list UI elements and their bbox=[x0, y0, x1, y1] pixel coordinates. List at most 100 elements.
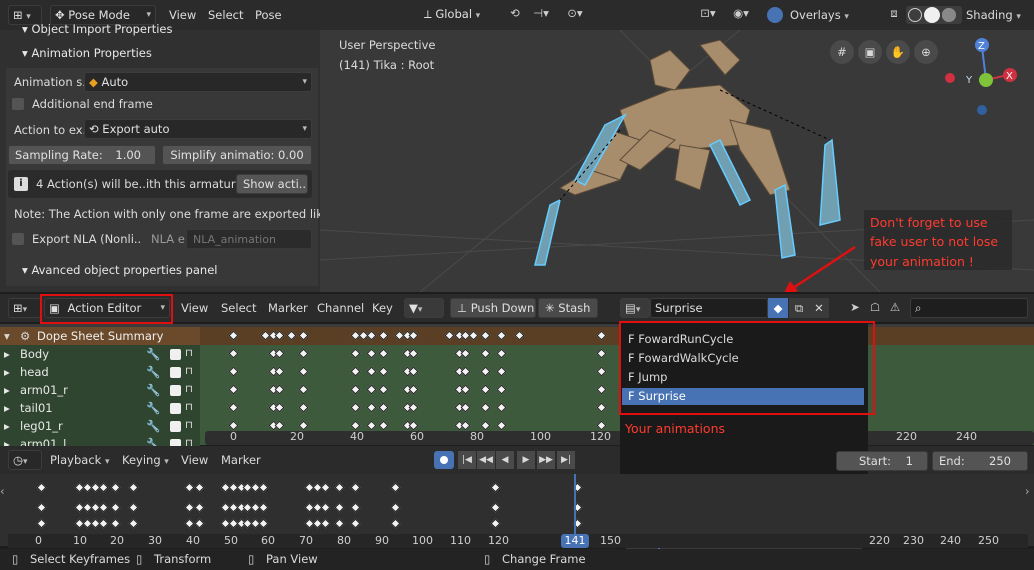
jump-next-key-icon[interactable]: ▶▶ bbox=[537, 451, 555, 469]
channel-row[interactable]: ▸ head 🔧 ⊓ bbox=[0, 363, 200, 381]
overlays-toggle-icon[interactable] bbox=[767, 7, 783, 23]
channel-name: head bbox=[20, 365, 49, 379]
nla-label: NLA e bbox=[151, 232, 185, 246]
mute-checkbox-icon[interactable] bbox=[170, 367, 181, 378]
mute-checkbox-icon[interactable] bbox=[170, 385, 181, 396]
channel-expand-icon[interactable]: ▸ bbox=[4, 363, 10, 381]
channel-search-input[interactable]: ⌕ bbox=[910, 298, 1028, 318]
lock-icon[interactable]: ⊓ bbox=[185, 417, 193, 435]
mute-checkbox-icon[interactable] bbox=[170, 349, 181, 360]
action-name-field[interactable]: Surprise bbox=[650, 298, 768, 318]
section-animation-properties[interactable]: ▾ Animation Properties bbox=[22, 46, 152, 60]
solid-shading-icon[interactable] bbox=[924, 7, 940, 23]
action-export-dropdown[interactable]: ⟲ Export auto ▾ bbox=[84, 119, 312, 139]
export-nla-checkbox[interactable] bbox=[12, 233, 24, 245]
rendered-shading-icon[interactable] bbox=[942, 8, 956, 22]
interpolation-dropdown[interactable]: ▼▾ bbox=[404, 298, 444, 318]
channel-expand-icon[interactable]: ▸ bbox=[4, 399, 10, 417]
sampling-rate-field[interactable]: Sampling Rate: 1.00 bbox=[8, 145, 156, 165]
channel-row[interactable]: ▸ leg01_r 🔧 ⊓ bbox=[0, 417, 200, 435]
dopesheet-tick-label: 100 bbox=[530, 430, 551, 443]
push-down-button[interactable]: ⊥ Push Down bbox=[450, 298, 536, 318]
pivot-icon[interactable]: ⟲ bbox=[505, 6, 525, 20]
object-visibility-icon[interactable]: ⊡▾ bbox=[695, 6, 721, 20]
wrench-icon[interactable]: 🔧 bbox=[146, 345, 160, 363]
lock-icon[interactable]: ⊓ bbox=[185, 381, 193, 399]
wrench-icon[interactable]: 🔧 bbox=[146, 381, 160, 399]
channel-row[interactable]: ▸ Body 🔧 ⊓ bbox=[0, 345, 200, 363]
menu-pose[interactable]: Pose bbox=[255, 5, 282, 25]
ae-menu-marker[interactable]: Marker bbox=[268, 298, 308, 318]
tl-menu-view[interactable]: View bbox=[181, 450, 208, 470]
proportional-edit-icon[interactable]: ⊙▾ bbox=[562, 6, 588, 20]
mute-checkbox-icon[interactable] bbox=[170, 421, 181, 432]
lock-icon[interactable]: ⊓ bbox=[185, 345, 193, 363]
zoom-icon[interactable]: ⊕ bbox=[914, 40, 938, 64]
animation-dropdown[interactable]: ◆ Auto ▾ bbox=[84, 72, 312, 92]
play-icon[interactable]: ▶ bbox=[517, 451, 535, 469]
dopesheet-tick-label: 220 bbox=[896, 430, 917, 443]
menu-select[interactable]: Select bbox=[208, 5, 243, 25]
section-advanced[interactable]: ▾ Avanced object properties panel bbox=[22, 263, 217, 277]
jump-end-icon[interactable]: ▶| bbox=[557, 451, 575, 469]
ae-menu-channel[interactable]: Channel bbox=[317, 298, 364, 318]
menu-view[interactable]: View bbox=[169, 5, 196, 25]
nla-name-input[interactable] bbox=[186, 229, 312, 249]
ortho-grid-icon[interactable]: # bbox=[830, 40, 854, 64]
animation-label: Animation s.. bbox=[14, 75, 90, 89]
channel-row[interactable]: ▸ tail01 🔧 ⊓ bbox=[0, 399, 200, 417]
tl-menu-playback[interactable]: Playback ▾ bbox=[50, 450, 110, 470]
xray-icon[interactable]: ⧈ bbox=[885, 6, 903, 21]
channel-expand-icon[interactable]: ▸ bbox=[4, 417, 10, 435]
tl-menu-keying[interactable]: Keying ▾ bbox=[122, 450, 169, 470]
jump-start-icon[interactable]: |◀ bbox=[458, 451, 476, 469]
ae-menu-view[interactable]: View bbox=[181, 298, 208, 318]
stash-button[interactable]: ✳ Stash bbox=[538, 298, 598, 318]
channel-expand-icon[interactable]: ▸ bbox=[4, 381, 10, 399]
end-frame-field[interactable]: End: 250 bbox=[932, 451, 1028, 471]
lock-icon[interactable]: ⊓ bbox=[185, 363, 193, 381]
orientation-dropdown[interactable]: ⟂ Global ▾ bbox=[420, 5, 498, 25]
snap-icon[interactable]: ⊣▾ bbox=[528, 6, 554, 20]
dopesheet-editor-type-button[interactable]: ⊞▾ bbox=[8, 298, 42, 318]
only-selected-icon[interactable]: ➤ bbox=[846, 300, 864, 314]
fake-user-icon[interactable]: ◆ bbox=[768, 298, 788, 318]
pan-hand-icon[interactable]: ✋ bbox=[886, 40, 910, 64]
ae-menu-select[interactable]: Select bbox=[221, 298, 256, 318]
shading-dropdown[interactable]: Shading ▾ bbox=[966, 5, 1021, 25]
wrench-icon[interactable]: 🔧 bbox=[146, 417, 160, 435]
show-actions-button[interactable]: Show acti.. bbox=[236, 174, 308, 194]
lock-icon[interactable]: ⊓ bbox=[185, 399, 193, 417]
unlink-action-icon[interactable]: ✕ bbox=[809, 298, 829, 318]
action-browse-button[interactable]: ▤▾ bbox=[620, 298, 650, 318]
ae-menu-key[interactable]: Key bbox=[372, 298, 393, 318]
start-frame-field[interactable]: Start: 1 bbox=[836, 451, 928, 471]
play-reverse-icon[interactable]: ◀ bbox=[496, 451, 514, 469]
channel-row[interactable]: ▸ arm01_r 🔧 ⊓ bbox=[0, 381, 200, 399]
additional-end-frame-checkbox[interactable] bbox=[12, 98, 24, 110]
wireframe-shading-icon[interactable] bbox=[908, 8, 922, 22]
wrench-icon[interactable]: 🔧 bbox=[146, 363, 160, 381]
tl-menu-marker[interactable]: Marker bbox=[221, 450, 261, 470]
record-button[interactable] bbox=[434, 451, 454, 469]
navigation-gizmo-icon[interactable]: Z X Y bbox=[940, 35, 1030, 125]
jump-prev-key-icon[interactable]: ◀◀ bbox=[477, 451, 495, 469]
ghost-curves-icon[interactable]: ☖ bbox=[866, 300, 884, 314]
overlays-dropdown[interactable]: Overlays ▾ bbox=[790, 5, 849, 25]
wrench-icon[interactable]: 🔧 bbox=[146, 399, 160, 417]
viewport-gizmo-icon[interactable]: ◉▾ bbox=[728, 6, 754, 20]
current-frame-indicator[interactable]: 141 bbox=[561, 534, 589, 548]
mute-checkbox-icon[interactable] bbox=[170, 403, 181, 414]
timeline-editor-type-button[interactable]: ◷▾ bbox=[8, 450, 42, 470]
error-filter-icon[interactable]: ⚠ bbox=[886, 300, 904, 314]
simplify-field[interactable]: Simplify animatio: 0.00 bbox=[162, 145, 312, 165]
section-object-import[interactable]: ▾ Object Import Properties bbox=[22, 22, 173, 36]
timeline-left-scroll-icon[interactable]: ‹ bbox=[0, 484, 10, 498]
camera-view-icon[interactable]: ▣ bbox=[858, 40, 882, 64]
timeline-right-scroll-icon[interactable]: › bbox=[1025, 484, 1034, 498]
viewport-3d[interactable]: User Perspective (141) Tika : Root # ▣ ✋… bbox=[320, 30, 1034, 292]
animations-highlight bbox=[619, 321, 875, 415]
channel-expand-icon[interactable]: ▸ bbox=[4, 345, 10, 363]
summary-row[interactable]: ▾ ⚙ Dope Sheet Summary bbox=[0, 327, 200, 345]
duplicate-action-icon[interactable]: ⧉ bbox=[789, 298, 809, 318]
